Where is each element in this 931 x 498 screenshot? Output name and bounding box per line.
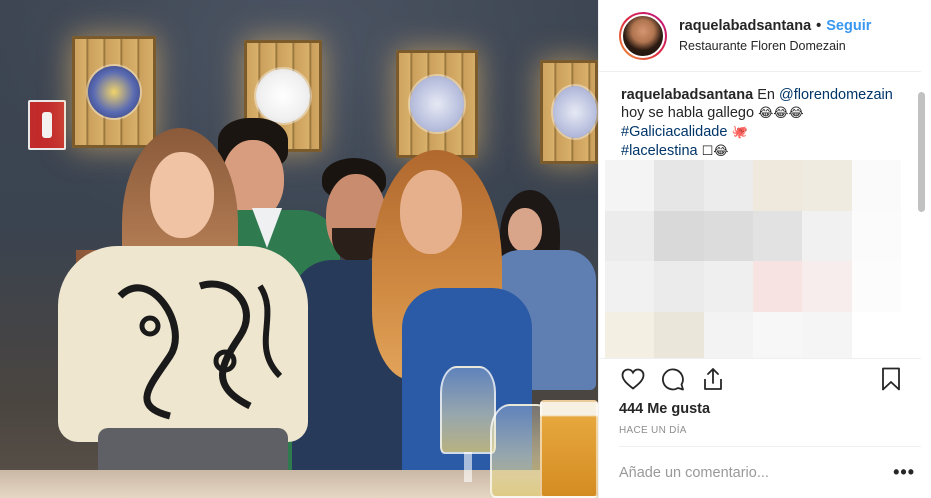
comment-form: ••• bbox=[619, 446, 921, 498]
decorative-plate bbox=[88, 66, 140, 118]
scrollbar[interactable] bbox=[918, 92, 925, 212]
share-button[interactable] bbox=[699, 365, 727, 393]
wall-crate bbox=[396, 50, 478, 158]
caption-username[interactable]: raquelabadsantana bbox=[621, 87, 753, 103]
decorative-plate bbox=[552, 86, 597, 138]
comments-area[interactable]: raquelabadsantana En @florendomezain hoy… bbox=[599, 72, 931, 358]
emoji: ☐😂 bbox=[701, 144, 729, 159]
instagram-post: raquelabadsantana • Seguir Restaurante F… bbox=[0, 0, 931, 498]
more-options-icon[interactable]: ••• bbox=[893, 462, 921, 483]
post-timestamp[interactable]: HACE UN DÍA bbox=[599, 420, 931, 442]
hashtag-link[interactable]: #lacelestina bbox=[621, 143, 698, 159]
share-icon bbox=[704, 367, 722, 390]
bookmark-icon bbox=[882, 367, 900, 390]
follow-button[interactable]: Seguir bbox=[826, 18, 871, 34]
avatar[interactable] bbox=[619, 11, 667, 60]
woman-cream-sweater bbox=[58, 128, 318, 498]
caption: raquelabadsantana En @florendomezain hoy… bbox=[621, 86, 915, 161]
wine-glass bbox=[440, 366, 496, 454]
decorative-plate bbox=[410, 76, 464, 132]
caption-line: hoy se habla gallego bbox=[621, 105, 755, 121]
wine-glass-stem bbox=[464, 452, 472, 482]
save-button[interactable] bbox=[877, 365, 905, 393]
post-sidebar: raquelabadsantana • Seguir Restaurante F… bbox=[598, 0, 931, 498]
laugh-emoji: 😂😂😂 bbox=[758, 106, 804, 121]
wall-crate bbox=[540, 60, 598, 164]
pixelated-comments bbox=[605, 160, 901, 358]
comment-button[interactable] bbox=[659, 365, 687, 393]
separator-dot: • bbox=[816, 18, 822, 34]
comment-icon bbox=[662, 368, 684, 390]
post-header: raquelabadsantana • Seguir Restaurante F… bbox=[599, 0, 921, 72]
beer-glass bbox=[540, 400, 598, 498]
hashtag-link[interactable]: #Galiciacalidade bbox=[621, 124, 727, 140]
heart-icon bbox=[621, 368, 645, 390]
comment-input[interactable] bbox=[619, 464, 894, 481]
username[interactable]: raquelabadsantana bbox=[679, 18, 811, 34]
sweater-pattern bbox=[117, 280, 283, 420]
octopus-emoji: 🐙 bbox=[731, 125, 748, 140]
action-bar bbox=[599, 358, 921, 398]
caption-text: En bbox=[757, 87, 775, 103]
decorative-plate bbox=[256, 69, 310, 123]
like-count[interactable]: 444 Me gusta bbox=[599, 398, 931, 420]
like-button[interactable] bbox=[619, 365, 647, 393]
caption-mention[interactable]: @florendomezain bbox=[779, 87, 893, 103]
location-link[interactable]: Restaurante Floren Domezain bbox=[679, 39, 871, 53]
post-photo[interactable] bbox=[0, 0, 598, 498]
